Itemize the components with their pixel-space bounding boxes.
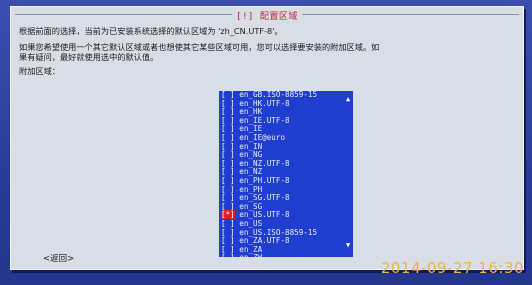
locale-checkbox[interactable]: [ ] [221,253,235,257]
default-locale-text: 根据前面的选择，当前为已安装系统选择的默认区域为 'zh_CN.UTF-8'。 [19,26,283,36]
locale-item[interactable]: [ ] en_ZW [219,253,353,257]
additional-locale-text-2: 果有疑问，最好就使用选中的默认值。 [19,52,159,62]
dialog-title: [!] 配置区域 [232,9,302,22]
photo-timestamp: 2014-09-27 16:30 [380,259,524,277]
scroll-up-indicator[interactable]: ▲ [346,95,521,103]
locale-list[interactable]: [ ] en_GB.ISO-8859-15[ ] en_HK.UTF-8[ ] … [219,91,353,257]
scroll-down-indicator[interactable]: ▼ [346,241,521,249]
configure-locales-dialog: [!] 配置区域 根据前面的选择，当前为已安装系统选择的默认区域为 'zh_CN… [10,6,524,270]
locale-name: en_ZW [239,253,262,257]
additional-locales-label: 附加区域： [19,66,60,76]
back-button[interactable]: <返回> [43,252,74,264]
